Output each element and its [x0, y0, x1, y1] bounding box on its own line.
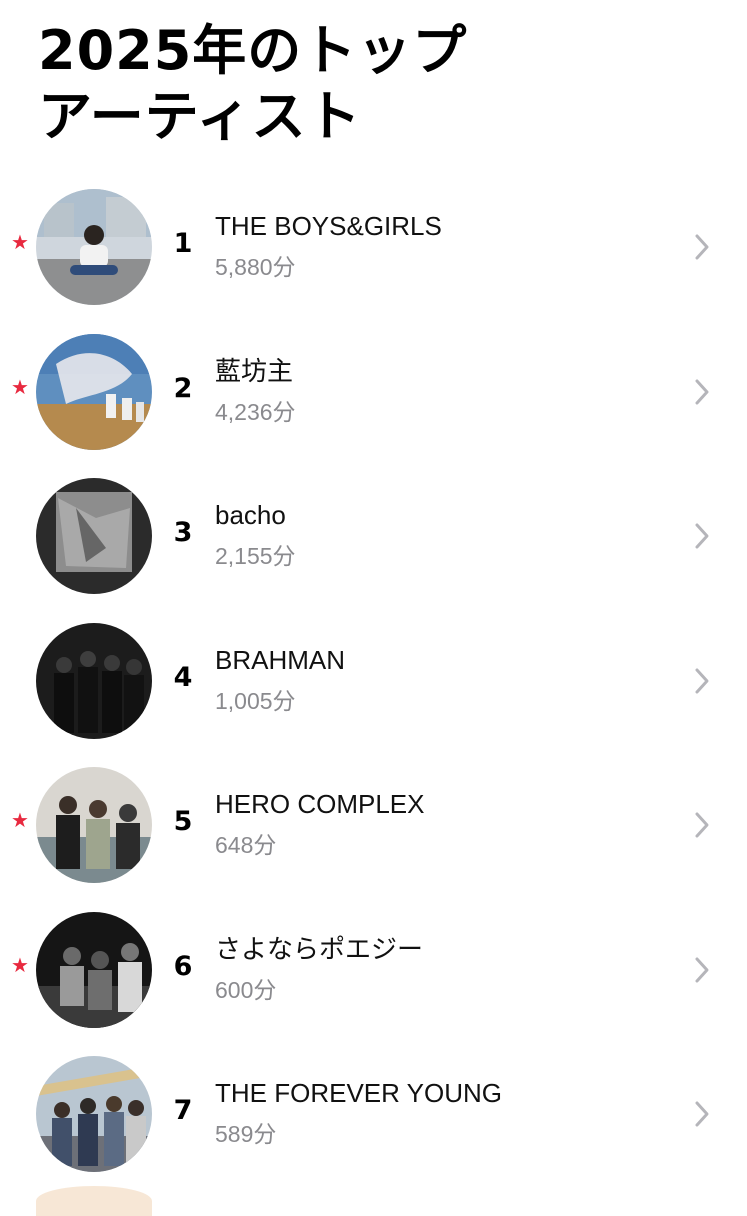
artist-name: 藍坊主	[215, 355, 294, 386]
artist-photo	[36, 478, 152, 594]
artist-rank: 7	[173, 1095, 193, 1126]
favorite-star-icon: ★	[11, 808, 29, 832]
chevron-right-icon	[695, 812, 709, 838]
artist-avatar	[36, 767, 152, 883]
artist-rank: 1	[173, 228, 193, 259]
artist-photo	[36, 189, 152, 305]
artist-photo	[36, 911, 152, 1028]
artist-row[interactable]: 4 BRAHMAN 1,005分	[0, 608, 747, 753]
listening-minutes: 648分	[215, 832, 277, 858]
artist-name: bacho	[215, 500, 286, 530]
artist-row[interactable]: ★ 1 THE BOYS&GIRLS 5,880分	[0, 174, 747, 319]
listening-minutes: 589分	[215, 1121, 277, 1147]
artist-row[interactable]: ★ 6 さよならポエジー 600分	[0, 897, 747, 1042]
top-artists-list: ★ 1 THE BOYS&GIRLS 5,880分 ★ 2 藍坊主 4,236分…	[0, 174, 747, 1186]
chevron-right-icon	[695, 234, 709, 260]
artist-rank: 4	[173, 661, 193, 693]
artist-name: BRAHMAN	[215, 644, 346, 675]
artist-row[interactable]: 3 bacho 2,155分	[0, 463, 747, 608]
artist-rank: 5	[173, 806, 193, 837]
artist-name: HERO COMPLEX	[215, 789, 425, 819]
artist-rank: 2	[173, 372, 193, 404]
artist-avatar	[36, 622, 152, 739]
artist-avatar	[36, 1056, 152, 1172]
artist-photo	[36, 333, 152, 450]
listening-minutes: 1,005分	[215, 687, 296, 714]
artist-photo	[36, 622, 152, 739]
chevron-right-icon	[695, 379, 709, 404]
favorite-star-icon: ★	[11, 374, 29, 399]
artist-row[interactable]: ★ 5 HERO COMPLEX 648分	[0, 752, 747, 897]
page-title-line-2: アーティスト	[38, 85, 362, 148]
listening-minutes: 2,155分	[215, 543, 296, 569]
chevron-right-icon	[695, 957, 709, 982]
listening-minutes: 5,880分	[215, 254, 296, 280]
artist-rank: 6	[173, 950, 193, 982]
favorite-star-icon: ★	[11, 230, 29, 254]
favorite-star-icon: ★	[11, 952, 29, 977]
artist-name: さよならポエジー	[215, 933, 424, 964]
artist-avatar	[36, 911, 152, 1028]
chevron-right-icon	[695, 1101, 709, 1127]
artist-row[interactable]: ★ 2 藍坊主 4,236分	[0, 319, 747, 464]
page-title-line-1: 2025年のトップ	[38, 19, 468, 82]
artist-avatar	[36, 333, 152, 450]
artist-avatar	[36, 189, 152, 305]
chevron-right-icon	[695, 523, 709, 549]
listening-minutes: 600分	[215, 976, 277, 1003]
artist-avatar	[36, 478, 152, 594]
artist-photo	[36, 767, 152, 883]
chevron-right-icon	[695, 668, 709, 693]
page-title: 2025年のトップ アーティスト	[38, 18, 467, 150]
next-artist-avatar-partial	[36, 1186, 152, 1216]
artist-name: THE FOREVER YOUNG	[215, 1078, 503, 1108]
listening-minutes: 4,236分	[215, 398, 296, 425]
artist-row[interactable]: 7 THE FOREVER YOUNG 589分	[0, 1041, 747, 1186]
artist-photo	[36, 1056, 152, 1172]
artist-rank: 3	[173, 517, 193, 548]
artist-name: THE BOYS&GIRLS	[215, 211, 442, 241]
